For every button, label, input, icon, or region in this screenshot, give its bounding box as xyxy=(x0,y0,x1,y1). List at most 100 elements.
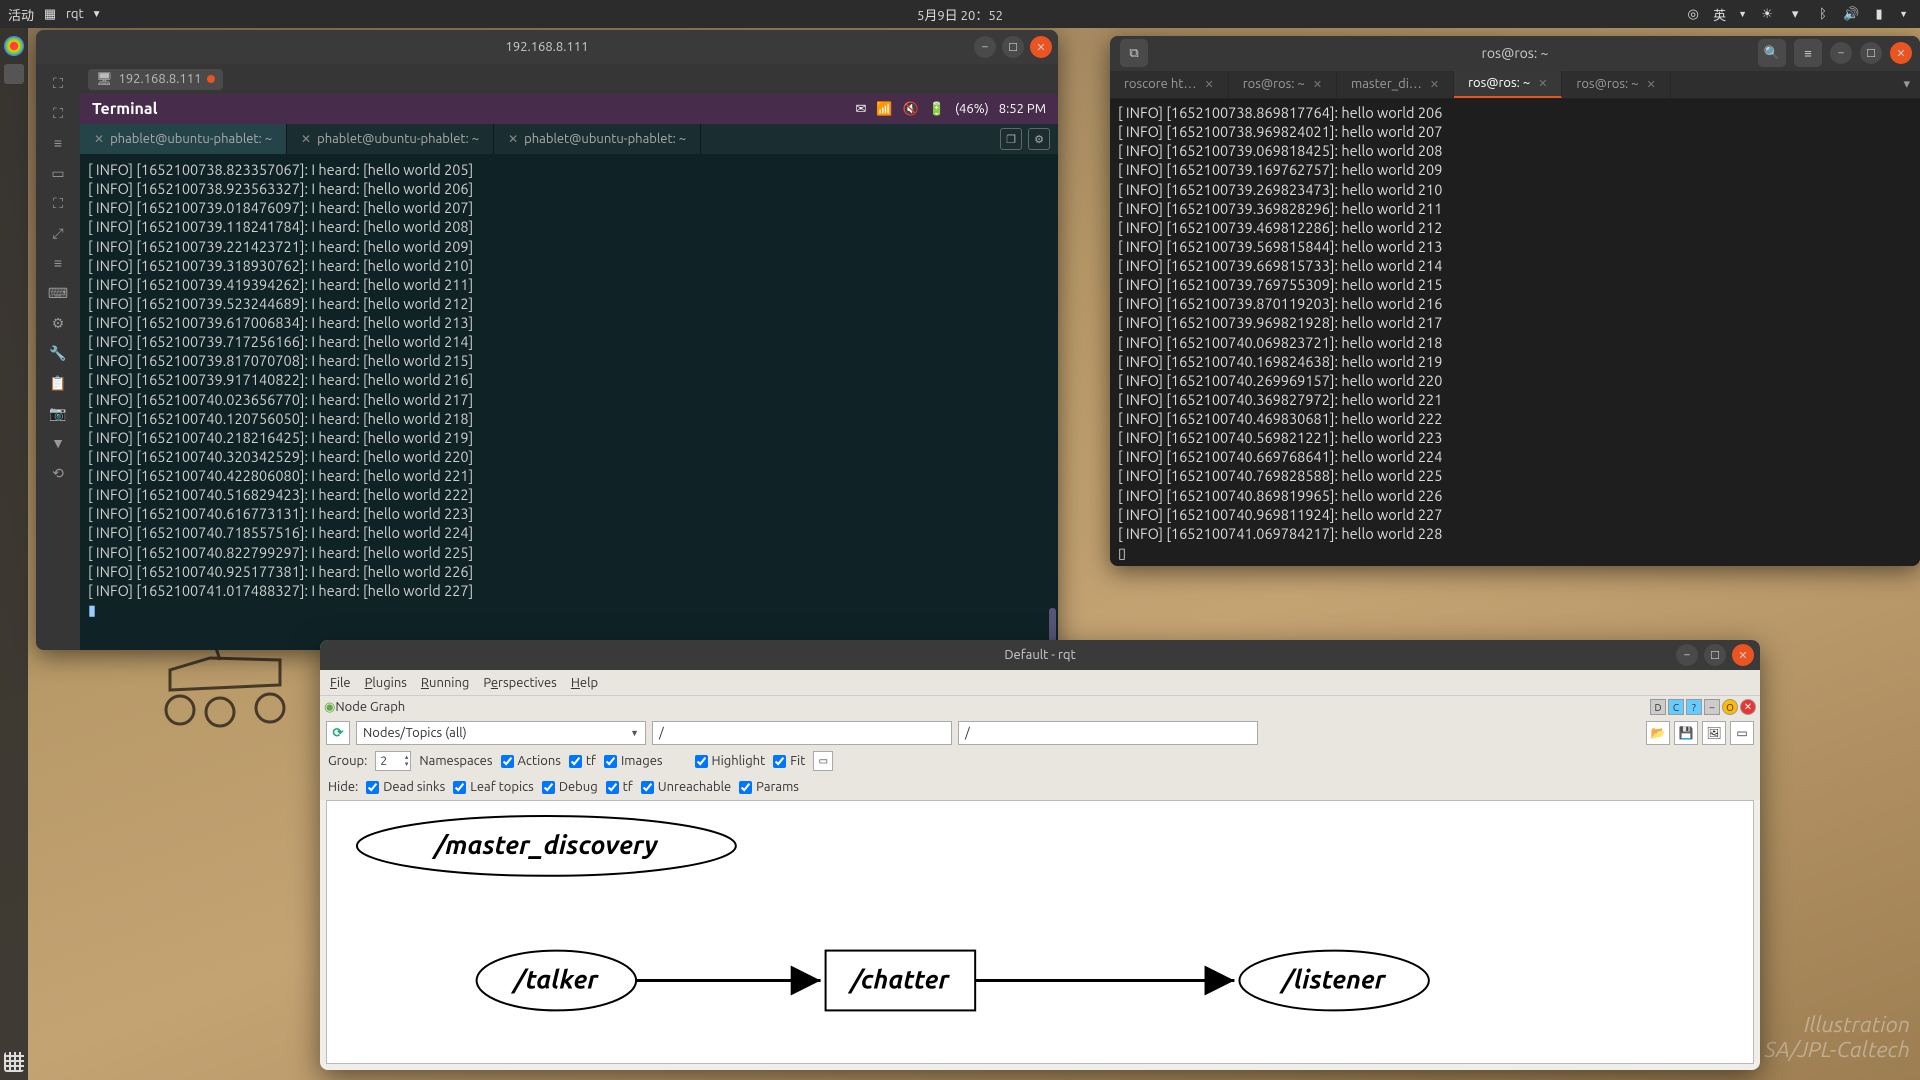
sidebar-tool-icon[interactable]: 📋 xyxy=(45,370,71,396)
close-button[interactable]: ✕ xyxy=(1890,42,1912,64)
plugin-toolbar-icon[interactable]: – xyxy=(1704,699,1720,715)
menu-file[interactable]: File xyxy=(330,676,351,690)
terminal-tab[interactable]: ros@ros: ~✕ xyxy=(1562,71,1670,98)
plugin-close-icon[interactable]: ✕ xyxy=(1740,699,1756,715)
terminal-tab[interactable]: ros@ros: ~✕ xyxy=(1454,71,1562,98)
params-checkbox[interactable]: Params xyxy=(739,780,799,794)
terminal-output[interactable]: [ INFO] [1652100738.823357067]: I heard:… xyxy=(80,154,1058,650)
close-button[interactable]: ✕ xyxy=(1030,36,1052,58)
terminal-tab[interactable]: ✕phablet@ubuntu-phablet: ~ xyxy=(287,124,494,154)
plugin-toolbar-icon[interactable]: ? xyxy=(1686,699,1702,715)
copy-button[interactable]: ❐ xyxy=(1000,128,1022,150)
menu-help[interactable]: Help xyxy=(571,676,598,690)
battery-icon[interactable]: 🔋 xyxy=(929,102,945,117)
clock-label[interactable]: 5月9日 20：52 xyxy=(917,5,1003,24)
minimize-button[interactable]: – xyxy=(1676,644,1698,666)
menu-plugins[interactable]: Plugins xyxy=(365,676,407,690)
sidebar-tool-icon[interactable]: ⛶ xyxy=(45,190,71,216)
tab-close-icon[interactable]: ✕ xyxy=(1430,78,1439,91)
tab-overflow-chevron-icon[interactable]: ▾ xyxy=(1903,77,1910,92)
images-checkbox[interactable]: Images xyxy=(604,754,663,768)
window-titlebar[interactable]: 192.168.8.111 – ☐ ✕ xyxy=(36,30,1058,64)
mail-icon[interactable]: ✉ xyxy=(855,102,866,117)
dock-app[interactable] xyxy=(4,36,24,56)
sidebar-tool-icon[interactable]: ≡ xyxy=(45,250,71,276)
debug-checkbox[interactable]: Debug xyxy=(542,780,598,794)
node-filter-input[interactable]: / xyxy=(652,721,952,745)
sidebar-tool-icon[interactable]: 📷 xyxy=(45,400,71,426)
toolbar-save-icon[interactable]: 💾 xyxy=(1674,721,1698,745)
tab-close-icon[interactable]: ✕ xyxy=(1538,77,1547,90)
terminal-tab[interactable]: ✕phablet@ubuntu-phablet: ~ xyxy=(494,124,701,154)
search-button[interactable]: 🔍 xyxy=(1758,39,1786,67)
view-mode-combo[interactable]: Nodes/Topics (all)▼ xyxy=(356,721,646,745)
refresh-button[interactable]: ⟳ xyxy=(326,721,350,745)
maximize-button[interactable]: ☐ xyxy=(1860,42,1882,64)
terminal-tab[interactable]: ✕phablet@ubuntu-phablet: ~ xyxy=(80,124,287,154)
sidebar-tool-icon[interactable]: 🔧 xyxy=(45,340,71,366)
terminal-tab[interactable]: roscore ht…✕ xyxy=(1110,71,1229,98)
toolbar-export-icon[interactable]: ▭ xyxy=(1730,721,1754,745)
maximize-button[interactable]: ☐ xyxy=(1704,644,1726,666)
input-language-label[interactable]: 英 xyxy=(1713,5,1726,24)
volume-mute-icon[interactable]: 🔇 xyxy=(903,102,919,117)
fit-checkbox[interactable]: Fit xyxy=(773,754,805,768)
leaf-topics-checkbox[interactable]: Leaf topics xyxy=(453,780,534,794)
menu-running[interactable]: Running xyxy=(421,676,469,690)
minimize-button[interactable]: – xyxy=(974,36,996,58)
terminal-output[interactable]: [ INFO] [1652100738.869817764]: hello wo… xyxy=(1110,99,1920,566)
sidebar-tool-icon[interactable]: ▭ xyxy=(45,160,71,186)
tab-close-icon[interactable]: ✕ xyxy=(1647,78,1656,91)
current-app-label[interactable]: rqt xyxy=(66,7,84,21)
sidebar-tool-icon[interactable]: ≡ xyxy=(45,130,71,156)
unreachable-checkbox[interactable]: Unreachable xyxy=(641,780,731,794)
terminal-tab[interactable]: ros@ros: ~✕ xyxy=(1229,71,1337,98)
dock-app[interactable] xyxy=(4,64,24,84)
activities-button[interactable]: 活动 xyxy=(8,5,34,24)
topic-filter-input[interactable]: / xyxy=(958,721,1258,745)
tab-close-icon[interactable] xyxy=(207,75,215,83)
wifi-icon[interactable]: ▾ xyxy=(1787,6,1803,22)
sidebar-tool-icon[interactable]: ⛶ xyxy=(45,70,71,96)
wifi-icon[interactable]: 📶 xyxy=(876,102,892,117)
fit-view-button[interactable]: ▭ xyxy=(813,751,833,771)
window-titlebar[interactable]: ⧉ ros@ros: ~ 🔍 ≡ – ☐ ✕ xyxy=(1110,36,1920,71)
brightness-icon[interactable]: ☀ xyxy=(1759,6,1775,22)
sidebar-tool-icon[interactable]: ⤢ xyxy=(45,220,71,246)
dead-sinks-checkbox[interactable]: Dead sinks xyxy=(366,780,445,794)
sidebar-tool-icon[interactable]: ⌨ xyxy=(45,280,71,306)
tab-close-icon[interactable]: ✕ xyxy=(508,132,518,146)
terminal-tab[interactable]: master_di…✕ xyxy=(1337,71,1454,98)
connection-tab[interactable]: 🖥 192.168.8.111 xyxy=(88,69,223,90)
plugin-toolbar-icon[interactable]: C xyxy=(1668,699,1684,715)
hamburger-menu-button[interactable]: ≡ xyxy=(1794,39,1822,67)
sidebar-tool-icon[interactable]: ⟲ xyxy=(45,460,71,486)
tab-close-icon[interactable]: ✕ xyxy=(301,132,311,146)
tf-hide-checkbox[interactable]: tf xyxy=(606,780,633,794)
show-applications-icon[interactable] xyxy=(4,1052,24,1072)
bluetooth-icon[interactable]: ᛒ xyxy=(1815,6,1831,22)
plugin-toolbar-icon[interactable]: O xyxy=(1722,699,1738,715)
toolbar-open-icon[interactable]: 📂 xyxy=(1646,721,1670,745)
system-menu-chevron-icon[interactable]: ▼ xyxy=(1899,9,1908,19)
toolbar-image-icon[interactable]: 🖼 xyxy=(1702,721,1726,745)
minimize-button[interactable]: – xyxy=(1830,42,1852,64)
close-button[interactable]: ✕ xyxy=(1732,644,1754,666)
highlight-checkbox[interactable]: Highlight xyxy=(695,754,766,768)
window-titlebar[interactable]: Default - rqt – ☐ ✕ xyxy=(320,640,1760,670)
group-depth-spinner[interactable]: 2 xyxy=(375,751,411,771)
tf-checkbox[interactable]: tf xyxy=(569,754,596,768)
settings-button[interactable]: ⚙ xyxy=(1028,128,1050,150)
sidebar-tool-icon[interactable]: ▼ xyxy=(45,430,71,456)
sidebar-tool-icon[interactable]: ⛶ xyxy=(45,100,71,126)
maximize-button[interactable]: ☐ xyxy=(1002,36,1024,58)
volume-icon[interactable]: 🔊 xyxy=(1843,6,1859,22)
notification-icon[interactable]: ◎ xyxy=(1685,6,1701,22)
app-menu-chevron-icon[interactable]: ▼ xyxy=(92,8,102,20)
battery-icon[interactable]: ▮ xyxy=(1871,6,1887,22)
plugin-toolbar-icon[interactable]: D xyxy=(1650,699,1666,715)
actions-checkbox[interactable]: Actions xyxy=(501,754,561,768)
tab-close-icon[interactable]: ✕ xyxy=(94,132,104,146)
graph-canvas[interactable]: /master_discovery /talker /chatter /list… xyxy=(326,800,1754,1064)
new-tab-button[interactable]: ⧉ xyxy=(1120,39,1148,67)
